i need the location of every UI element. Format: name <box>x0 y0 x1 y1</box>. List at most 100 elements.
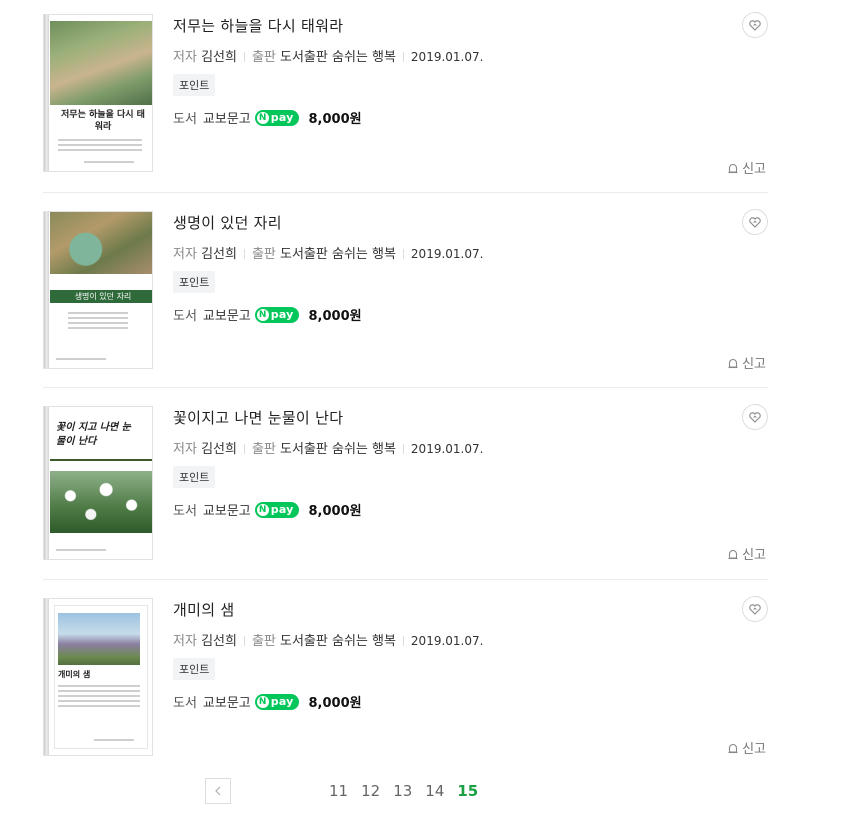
cover-spine <box>44 15 49 171</box>
price-row: 도서 교보문고 Npay 8,000원 <box>173 692 483 711</box>
book-title[interactable]: 개미의 샘 <box>173 599 483 620</box>
publisher-name[interactable]: 도서출판 숨쉬는 행복 <box>280 247 396 262</box>
divider <box>402 52 404 62</box>
book-info: 꽃이지고 나면 눈물이 난다 저자 김선희 출판 도서출판 숨쉬는 행복 2019.… <box>173 407 483 519</box>
npay-label: pay <box>270 111 294 124</box>
price[interactable]: 8,000원 <box>309 108 362 127</box>
author-label: 저자 <box>173 247 197 262</box>
book-cover[interactable]: 저무는 하늘을 다시 태워라 <box>43 14 153 172</box>
cover-title: 생명이 있던 자리 <box>74 292 132 301</box>
book-cover[interactable]: 꽃이 지고 나면 눈물이 난다 <box>43 406 153 560</box>
page-link[interactable]: 12 <box>361 782 380 800</box>
price[interactable]: 8,000원 <box>309 500 362 519</box>
publisher-name[interactable]: 도서출판 숨쉬는 행복 <box>280 50 396 65</box>
report-label: 신고 <box>742 357 766 372</box>
npay-badge: Npay <box>254 693 299 710</box>
publisher-label: 출판 <box>251 247 276 262</box>
book-meta: 저자 김선희 출판 도서출판 숨쉬는 행복 2019.01.07. <box>173 46 483 65</box>
cover-title: 저무는 하늘을 다시 태워라 <box>61 110 145 132</box>
mall-name[interactable]: 교보문고 <box>203 305 251 324</box>
product-type: 도서 <box>173 696 197 711</box>
bell-report-icon <box>728 549 738 559</box>
npay-badge: Npay <box>254 306 299 323</box>
author-label: 저자 <box>173 50 197 65</box>
book-info: 저무는 하늘을 다시 태워라 저자 김선희 출판 도서출판 숨쉬는 행복 2019.… <box>173 15 483 127</box>
heart-button[interactable] <box>742 209 768 235</box>
divider <box>243 444 245 454</box>
bell-report-icon <box>728 743 738 753</box>
mall-name[interactable]: 교보문고 <box>203 692 251 711</box>
publisher-name[interactable]: 도서출판 숨쉬는 행복 <box>280 442 396 457</box>
list-item: 생명이 있던 자리 생명이 있던 자리 저자 김선희 출판 도서출판 숨쉬는 행복… <box>43 193 768 388</box>
author-name[interactable]: 김선희 <box>201 247 237 262</box>
publish-date: 2019.01.07. <box>410 50 484 64</box>
publisher-label: 출판 <box>251 50 276 65</box>
report-button[interactable]: 신고 <box>727 353 766 372</box>
price[interactable]: 8,000원 <box>309 305 362 324</box>
author-label: 저자 <box>173 442 197 457</box>
product-type: 도서 <box>173 309 197 324</box>
page-link[interactable]: 11 <box>329 782 348 800</box>
npay-n-icon: N <box>256 695 269 708</box>
author-name[interactable]: 김선희 <box>201 442 237 457</box>
npay-n-icon: N <box>256 503 269 516</box>
pagination: 11 12 13 14 15 <box>205 778 491 804</box>
npay-label: pay <box>270 695 294 708</box>
cover-artwork <box>58 613 140 665</box>
cover-spine <box>44 212 49 368</box>
page-link[interactable]: 13 <box>393 782 412 800</box>
book-info: 생명이 있던 자리 저자 김선희 출판 도서출판 숨쉬는 행복 2019.01.07… <box>173 212 483 324</box>
divider <box>243 52 245 62</box>
list-item: 꽃이 지고 나면 눈물이 난다 꽃이지고 나면 눈물이 난다 저자 김선희 출판 … <box>43 388 768 580</box>
npay-label: pay <box>270 503 294 516</box>
cover-text-lines <box>58 139 142 154</box>
book-meta: 저자 김선희 출판 도서출판 숨쉬는 행복 2019.01.07. <box>173 630 483 649</box>
heart-button[interactable] <box>742 12 768 38</box>
cover-title: 개미의 샘 <box>58 670 91 679</box>
price-row: 도서 교보문고 Npay 8,000원 <box>173 305 483 324</box>
book-title[interactable]: 생명이 있던 자리 <box>173 212 483 233</box>
report-button[interactable]: 신고 <box>727 158 766 177</box>
prev-page-button[interactable] <box>205 778 231 804</box>
product-type: 도서 <box>173 504 197 519</box>
list-item: 개미의 샘 개미의 샘 저자 김선희 출판 도서출판 숨쉬는 행복 2019.01.… <box>43 580 768 770</box>
divider <box>243 249 245 259</box>
cover-publisher-mark <box>94 739 134 741</box>
current-page[interactable]: 15 <box>457 782 478 800</box>
book-title[interactable]: 꽃이지고 나면 눈물이 난다 <box>173 407 483 428</box>
report-label: 신고 <box>742 742 766 757</box>
heart-button[interactable] <box>742 596 768 622</box>
publish-date: 2019.01.07. <box>410 247 484 261</box>
bell-report-icon <box>728 358 738 368</box>
cover-rule <box>50 459 152 461</box>
list-item: 저무는 하늘을 다시 태워라 저무는 하늘을 다시 태워라 저자 김선희 출판 도… <box>43 0 768 193</box>
npay-label: pay <box>270 308 294 321</box>
report-button[interactable]: 신고 <box>727 738 766 757</box>
heart-icon <box>749 216 761 228</box>
heart-button[interactable] <box>742 404 768 430</box>
report-label: 신고 <box>742 548 766 563</box>
mall-name[interactable]: 교보문고 <box>203 108 251 127</box>
cover-spine <box>44 407 49 559</box>
product-type: 도서 <box>173 112 197 127</box>
book-cover[interactable]: 개미의 샘 <box>43 598 153 756</box>
price-row: 도서 교보문고 Npay 8,000원 <box>173 500 483 519</box>
book-meta: 저자 김선희 출판 도서출판 숨쉬는 행복 2019.01.07. <box>173 438 483 457</box>
divider <box>402 444 404 454</box>
heart-icon <box>749 603 761 615</box>
heart-icon <box>749 411 761 423</box>
author-name[interactable]: 김선희 <box>201 50 237 65</box>
book-title[interactable]: 저무는 하늘을 다시 태워라 <box>173 15 483 36</box>
page-link[interactable]: 14 <box>425 782 444 800</box>
publisher-name[interactable]: 도서출판 숨쉬는 행복 <box>280 634 396 649</box>
point-badge: 포인트 <box>173 466 216 488</box>
author-name[interactable]: 김선희 <box>201 634 237 649</box>
npay-badge: Npay <box>254 109 299 126</box>
book-cover[interactable]: 생명이 있던 자리 <box>43 211 153 369</box>
cover-text-lines <box>68 312 128 332</box>
report-button[interactable]: 신고 <box>727 544 766 563</box>
mall-name[interactable]: 교보문고 <box>203 500 251 519</box>
publisher-label: 출판 <box>251 634 276 649</box>
book-info: 개미의 샘 저자 김선희 출판 도서출판 숨쉬는 행복 2019.01.07. 포인… <box>173 599 483 711</box>
price[interactable]: 8,000원 <box>309 692 362 711</box>
